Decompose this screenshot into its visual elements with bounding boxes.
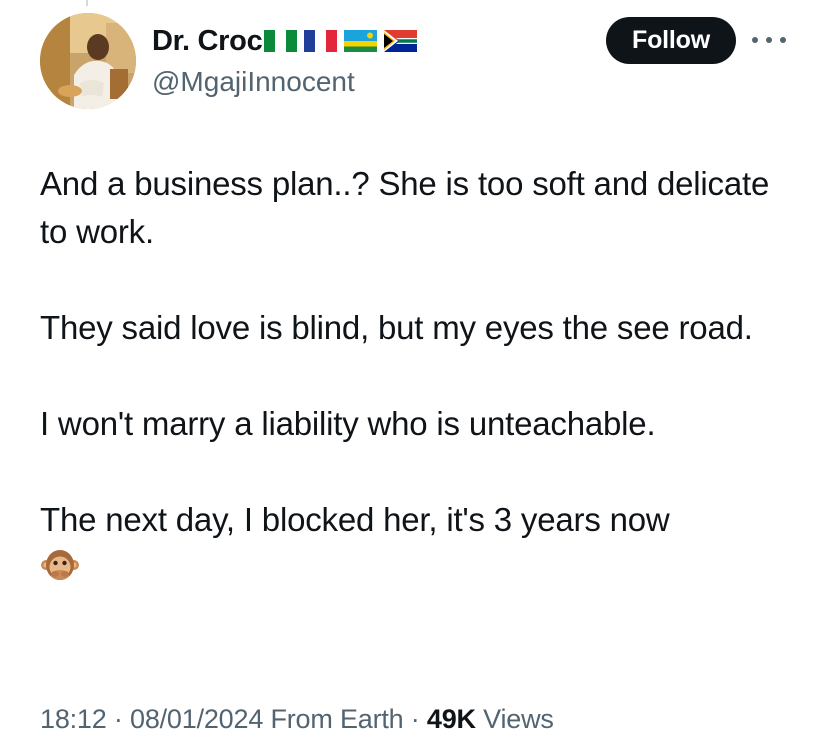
author-handle[interactable]: @MgajiInnocent bbox=[152, 64, 355, 100]
author-name-row: Dr. Croc bbox=[152, 22, 424, 60]
author-display-name[interactable]: Dr. Croc bbox=[152, 22, 263, 60]
tweet-paragraph: I won't marry a liability who is unteach… bbox=[40, 405, 656, 442]
avatar[interactable] bbox=[40, 13, 136, 109]
tweet-time[interactable]: 18:12 bbox=[40, 704, 107, 734]
more-dot bbox=[766, 37, 772, 43]
south-africa-flag-icon bbox=[384, 30, 418, 52]
tweet-text: And a business plan..? She is too soft a… bbox=[40, 160, 780, 592]
tweet-source: From Earth bbox=[270, 704, 404, 734]
tweet-date[interactable]: 08/01/2024 bbox=[130, 704, 263, 734]
views-count[interactable]: 49K bbox=[427, 704, 476, 734]
tweet-paragraph: And a business plan..? She is too soft a… bbox=[40, 165, 770, 250]
thread-connector-line bbox=[86, 0, 88, 6]
tweet-paragraph-last: The next day, I blocked her, it's 3 year… bbox=[40, 496, 780, 592]
avatar-photo bbox=[40, 13, 136, 109]
meta-separator: · bbox=[410, 704, 420, 734]
more-dot bbox=[780, 37, 786, 43]
rwanda-flag-icon bbox=[344, 30, 378, 52]
tweet-paragraph-text: The next day, I blocked her, it's 3 year… bbox=[40, 501, 670, 538]
nigeria-flag-icon bbox=[264, 30, 298, 52]
more-icon[interactable] bbox=[752, 30, 786, 50]
speak-no-evil-monkey-icon bbox=[41, 550, 79, 580]
follow-button[interactable]: Follow bbox=[606, 17, 736, 64]
more-dot bbox=[752, 37, 758, 43]
author-flags bbox=[264, 30, 424, 52]
tweet-metadata: 18:12 · 08/01/2024 From Earth · 49K View… bbox=[40, 700, 554, 738]
views-label: Views bbox=[483, 704, 554, 734]
france-flag-icon bbox=[304, 30, 338, 52]
tweet-paragraph: They said love is blind, but my eyes the… bbox=[40, 309, 753, 346]
meta-separator: · bbox=[113, 704, 123, 734]
